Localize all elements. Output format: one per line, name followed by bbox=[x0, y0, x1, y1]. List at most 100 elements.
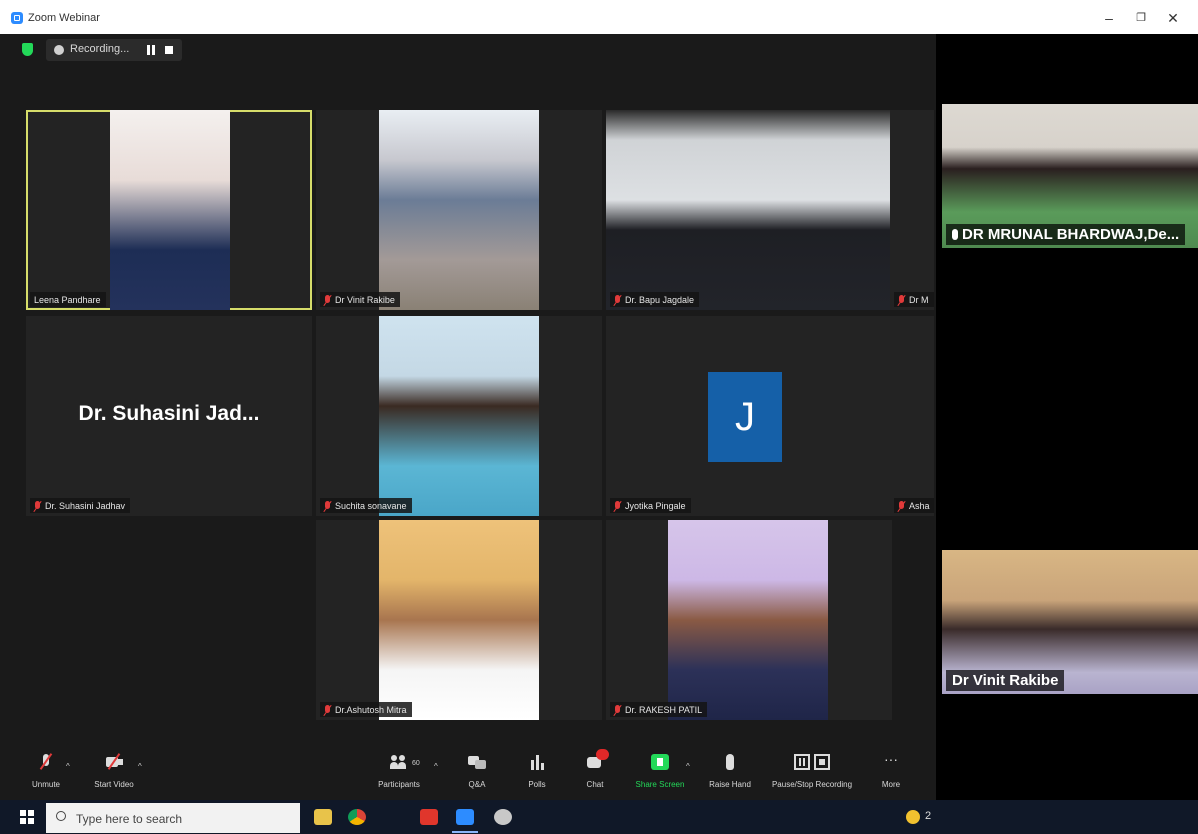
mic-muted-icon bbox=[614, 500, 621, 511]
meeting-toolbar: Unmute ^ Start Video ^ Participants 60 ^… bbox=[10, 748, 936, 800]
tile-nameplate: Suchita sonavane bbox=[320, 498, 412, 513]
participant-video bbox=[379, 520, 539, 720]
video-tile[interactable]: Dr. Suhasini Jad... Dr. Suhasini Jadhav bbox=[26, 316, 312, 516]
share-screen-label: Share Screen bbox=[635, 780, 685, 789]
tile-nameplate: Dr M bbox=[894, 292, 934, 307]
qa-label: Q&A bbox=[468, 780, 486, 789]
encryption-shield-icon[interactable] bbox=[22, 43, 33, 56]
participant-name: Dr. RAKESH PATIL bbox=[625, 704, 703, 715]
restore-button[interactable]: ❐ bbox=[1130, 8, 1152, 28]
qa-icon bbox=[468, 754, 486, 770]
tile-nameplate: Asha bbox=[894, 498, 934, 513]
video-tile[interactable]: Dr. Bapu Jagdale Dr M bbox=[606, 110, 934, 310]
more-label: More bbox=[881, 780, 901, 789]
raise-hand-icon bbox=[721, 754, 739, 770]
share-options-caret[interactable]: ^ bbox=[686, 762, 690, 771]
participant-name: Jyotika Pingale bbox=[625, 500, 686, 511]
chat-unread-badge bbox=[596, 749, 609, 760]
mic-muted-icon bbox=[614, 294, 621, 305]
qa-button[interactable]: Q&A bbox=[460, 754, 494, 789]
pause-stop-icon bbox=[794, 754, 830, 770]
participant-name: Leena Pandhare bbox=[34, 294, 101, 305]
participants-options-caret[interactable]: ^ bbox=[434, 762, 438, 771]
participants-count: 60 bbox=[412, 760, 420, 767]
participant-name: Suchita sonavane bbox=[335, 500, 407, 511]
windows-taskbar: Type here to search 2 bbox=[0, 800, 1198, 834]
participant-name: Dr M bbox=[909, 294, 929, 305]
participant-video bbox=[379, 110, 539, 310]
zoom-logo-icon bbox=[11, 12, 23, 24]
search-icon bbox=[56, 811, 66, 821]
stop-recording-icon[interactable] bbox=[165, 46, 173, 54]
share-screen-button[interactable]: Share Screen bbox=[632, 754, 688, 789]
panelist-video-tile[interactable]: DR MRUNAL BHARDWAJ,De... bbox=[942, 104, 1198, 248]
panelist-nameplate: Dr Vinit Rakibe bbox=[946, 670, 1065, 691]
video-options-caret[interactable]: ^ bbox=[138, 762, 142, 771]
mic-muted-icon bbox=[614, 704, 621, 715]
zoom-taskbar-icon[interactable] bbox=[452, 809, 478, 833]
video-tile[interactable]: Dr.Ashutosh Mitra bbox=[316, 520, 602, 720]
participant-avatar: J bbox=[708, 372, 782, 462]
chat-label: Chat bbox=[586, 780, 604, 789]
unmute-button[interactable]: Unmute bbox=[24, 753, 68, 789]
tile-nameplate: Jyotika Pingale bbox=[610, 498, 691, 513]
audio-options-caret[interactable]: ^ bbox=[66, 762, 70, 771]
mic-muted-icon bbox=[324, 500, 331, 511]
raise-hand-button[interactable]: Raise Hand bbox=[706, 754, 754, 789]
participant-name: Dr Vinit Rakibe bbox=[335, 294, 395, 305]
file-explorer-icon[interactable] bbox=[314, 809, 332, 825]
mic-muted-icon bbox=[898, 294, 905, 305]
polls-icon bbox=[528, 754, 546, 770]
unmute-label: Unmute bbox=[31, 780, 60, 789]
tile-nameplate: Dr. Bapu Jagdale bbox=[610, 292, 700, 307]
participant-video bbox=[668, 520, 828, 720]
polls-button[interactable]: Polls bbox=[520, 754, 554, 789]
pdf-reader-icon[interactable] bbox=[420, 809, 438, 825]
tray-notification-icon[interactable] bbox=[906, 810, 920, 824]
windows-start-icon[interactable] bbox=[20, 810, 34, 824]
more-icon: ··· bbox=[884, 751, 898, 767]
tile-nameplate: Leena Pandhare bbox=[30, 292, 106, 307]
participant-name: Asha bbox=[909, 500, 930, 511]
recording-status: Recording... bbox=[70, 43, 130, 55]
taskbar-search-input[interactable]: Type here to search bbox=[46, 803, 300, 833]
mic-muted-icon bbox=[898, 500, 905, 511]
panelist-video-tile[interactable]: Dr Vinit Rakibe bbox=[942, 550, 1198, 694]
panelist-name: DR MRUNAL BHARDWAJ,De... bbox=[962, 226, 1180, 243]
participant-name: Dr. Bapu Jagdale bbox=[625, 294, 695, 305]
participant-video bbox=[379, 316, 539, 516]
video-tile[interactable]: Leena Pandhare bbox=[26, 110, 312, 310]
recording-indicator: Recording... bbox=[46, 39, 182, 61]
close-button[interactable]: ✕ bbox=[1162, 8, 1184, 28]
mic-muted-icon bbox=[34, 500, 41, 511]
panelist-nameplate: DR MRUNAL BHARDWAJ,De... bbox=[946, 224, 1186, 245]
start-video-button[interactable]: Start Video bbox=[86, 753, 142, 789]
video-tile[interactable]: Dr. RAKESH PATIL bbox=[606, 520, 892, 720]
start-video-label: Start Video bbox=[94, 780, 134, 789]
minimize-button[interactable]: – bbox=[1098, 8, 1120, 28]
chat-button[interactable]: Chat bbox=[578, 749, 612, 789]
window-titlebar: Zoom Webinar – ❐ ✕ bbox=[0, 0, 1198, 34]
tile-nameplate: Dr.Ashutosh Mitra bbox=[320, 702, 412, 717]
video-tile[interactable]: Dr Vinit Rakibe bbox=[316, 110, 602, 310]
panelist-sidebar: DR MRUNAL BHARDWAJ,De... Dr Vinit Rakibe bbox=[936, 34, 1198, 834]
chrome-icon[interactable] bbox=[348, 809, 366, 825]
pause-recording-icon[interactable] bbox=[146, 45, 156, 55]
video-tile[interactable]: Suchita sonavane bbox=[316, 316, 602, 516]
participant-name: Dr.Ashutosh Mitra bbox=[335, 704, 407, 715]
more-button[interactable]: ··· More bbox=[874, 751, 908, 789]
participant-video bbox=[606, 110, 890, 310]
pause-stop-recording-button[interactable]: Pause/Stop Recording bbox=[766, 754, 858, 789]
tile-nameplate: Dr. Suhasini Jadhav bbox=[30, 498, 131, 513]
window-title: Zoom Webinar bbox=[28, 12, 100, 24]
video-off-icon bbox=[105, 753, 123, 770]
participant-display-name: Dr. Suhasini Jad... bbox=[78, 402, 260, 425]
share-screen-icon bbox=[651, 754, 669, 770]
pause-stop-recording-label: Pause/Stop Recording bbox=[771, 780, 853, 789]
polls-label: Polls bbox=[528, 780, 546, 789]
app-icon[interactable] bbox=[494, 809, 512, 825]
search-placeholder: Type here to search bbox=[76, 812, 183, 826]
mic-icon bbox=[952, 229, 958, 240]
video-tile[interactable]: J Jyotika Pingale Asha bbox=[606, 316, 934, 516]
panelist-name: Dr Vinit Rakibe bbox=[952, 672, 1059, 689]
